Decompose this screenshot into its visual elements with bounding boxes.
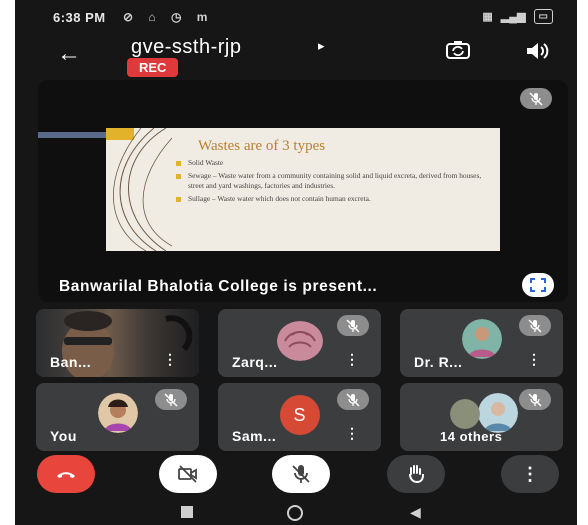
participant-name: You: [50, 428, 77, 444]
slide-bullet: Sullage – Waste water which does not con…: [176, 194, 486, 204]
participant-tile-dr-r[interactable]: Dr. R... ⋮: [400, 309, 563, 377]
signal-icon: ▂▄▆: [500, 11, 526, 23]
participant-tile-ban[interactable]: Ban... ⋮: [36, 309, 199, 377]
recents-icon[interactable]: [181, 506, 193, 518]
camera-off-icon: [178, 465, 197, 483]
arrow-left-icon[interactable]: ←: [57, 40, 81, 68]
mic-off-icon: [528, 392, 542, 407]
status-bar: 6:38 PM ⊘ ⌂ ◷ m ▦ ▂▄▆ ▭: [15, 0, 577, 34]
participant-name: Sam...: [232, 428, 277, 444]
mic-off-icon: [529, 91, 543, 106]
end-call-button[interactable]: [37, 455, 95, 493]
participant-name: Ban...: [50, 354, 92, 370]
chevron-right-icon[interactable]: ▸: [318, 38, 325, 54]
participant-tile-others[interactable]: 14 others: [400, 383, 563, 451]
call-controls: ⋮: [15, 455, 577, 500]
hand-icon: [409, 465, 424, 484]
participant-avatar: [97, 393, 138, 433]
participant-initial-avatar: S: [279, 395, 320, 435]
presentation-tile[interactable]: Wastes are of 3 types Solid Waste Sewage…: [38, 80, 568, 302]
mic-off-icon: [292, 465, 310, 483]
slide-heading: Wastes are of 3 types: [198, 138, 326, 154]
slide-bullet: Solid Waste: [176, 158, 486, 168]
more-vertical-icon[interactable]: ⋮: [345, 351, 359, 368]
muted-chip: [337, 389, 369, 410]
more-options-button[interactable]: ⋮: [501, 455, 559, 493]
participant-tile-sam[interactable]: S Sam... ⋮: [218, 383, 381, 451]
more-vertical-icon[interactable]: ⋮: [163, 351, 177, 368]
fullscreen-button[interactable]: [522, 273, 554, 297]
status-right: ▦ ▂▄▆ ▭: [482, 9, 553, 24]
fullscreen-icon: [530, 278, 546, 292]
participant-name: Dr. R...: [414, 354, 463, 370]
presenter-label: Banwarilal Bhalotia College is present..…: [59, 278, 378, 295]
mic-off-icon: [346, 392, 360, 407]
raise-hand-button[interactable]: [387, 455, 445, 493]
phone-screen: 6:38 PM ⊘ ⌂ ◷ m ▦ ▂▄▆ ▭ ← gve-ssth-rjp ▸…: [15, 0, 577, 525]
muted-chip: [155, 389, 187, 410]
mic-off-icon: [528, 318, 542, 333]
meeting-code[interactable]: gve-ssth-rjp: [131, 36, 241, 59]
participant-name: 14 others: [440, 429, 503, 444]
back-nav-icon[interactable]: ◀: [410, 504, 421, 521]
more-vertical-icon[interactable]: ⋮: [345, 425, 359, 442]
mic-off-icon: [346, 318, 360, 333]
mic-off-icon: [164, 392, 178, 407]
slide-bullets: Solid Waste Sewage – Waste water from a …: [176, 158, 486, 207]
hd-icon: ▦: [482, 11, 493, 23]
more-vertical-icon: ⋮: [521, 463, 539, 484]
participant-avatar: [477, 393, 518, 433]
muted-chip: [519, 389, 551, 410]
participant-avatar: [450, 399, 481, 429]
more-vertical-icon[interactable]: ⋮: [527, 351, 541, 368]
mic-toggle-button[interactable]: [272, 455, 330, 493]
participant-name: Zarq...: [232, 354, 278, 370]
slide-decoration: [106, 128, 173, 251]
rose-avatar: [276, 321, 323, 361]
end-call-icon: [57, 472, 75, 478]
camera-switch-icon[interactable]: [445, 40, 471, 60]
shared-slide: Wastes are of 3 types Solid Waste Sewage…: [106, 128, 500, 251]
battery-icon: ▭: [533, 9, 553, 24]
participant-tile-you[interactable]: You: [36, 383, 199, 451]
notification-icons: ⊘ ⌂ ◷ m: [123, 10, 214, 24]
slide-bullet: Sewage – Waste water from a community co…: [176, 171, 486, 191]
muted-chip: [337, 315, 369, 336]
meeting-header: ← gve-ssth-rjp ▸ REC: [15, 34, 577, 80]
camera-toggle-button[interactable]: [159, 455, 217, 493]
status-time: 6:38 PM: [53, 10, 106, 25]
system-nav-bar: ◀: [15, 503, 577, 525]
speaker-icon[interactable]: [525, 40, 549, 62]
presenter-muted-chip: [520, 88, 552, 109]
participant-tile-zarq[interactable]: Zarq... ⋮: [218, 309, 381, 377]
home-icon[interactable]: [287, 505, 303, 521]
participant-avatar: [461, 319, 502, 359]
muted-chip: [519, 315, 551, 336]
recording-badge: REC: [127, 58, 179, 77]
